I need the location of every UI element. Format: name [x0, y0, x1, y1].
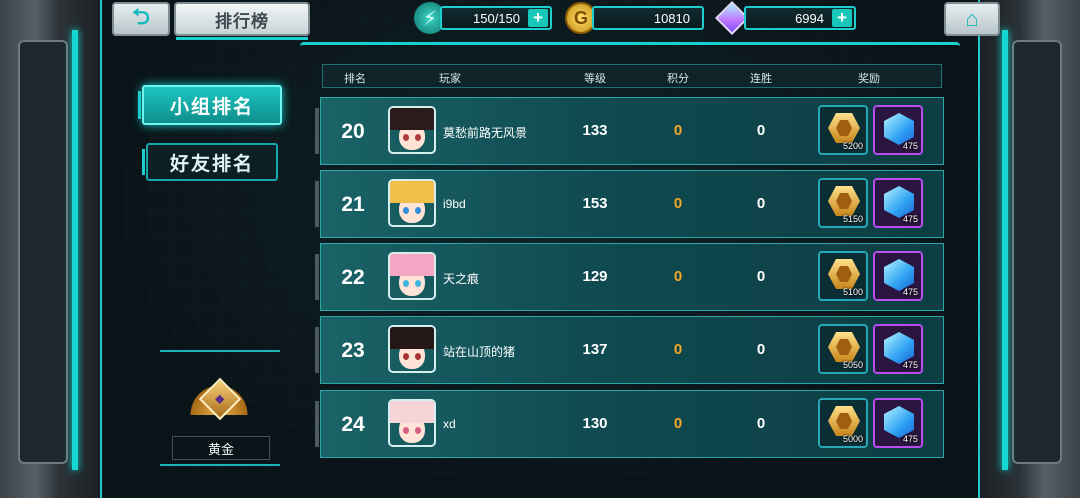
- home-button[interactable]: ⌂: [944, 2, 1000, 36]
- back-button[interactable]: ⮌: [112, 2, 170, 36]
- gem-reward-qty: 475: [902, 434, 918, 444]
- col-streak: 连胜: [750, 73, 772, 85]
- tab-group-ranking[interactable]: 小组排名: [138, 85, 282, 125]
- gem-value: 6994: [795, 10, 824, 26]
- gold-chest-icon: [828, 406, 860, 436]
- gold-chest-icon: [828, 259, 860, 289]
- player-name: 站在山顶的猪: [443, 345, 516, 359]
- player-name: i9bd: [443, 197, 466, 211]
- table-row[interactable]: 21 i9bd 153 0 0 5150 475: [315, 170, 944, 238]
- gold-reward-qty: 5100: [842, 287, 863, 297]
- col-rewards: 奖励: [858, 73, 880, 85]
- gem-counter: 6994 +: [744, 6, 856, 30]
- player-avatar[interactable]: [388, 325, 436, 373]
- gold-reward[interactable]: 5100: [818, 251, 868, 301]
- player-name: 莫愁前路无风景: [443, 126, 528, 140]
- gold-value: 10810: [653, 10, 690, 26]
- left-frame: [0, 0, 100, 498]
- gem-reward[interactable]: 475: [873, 178, 923, 228]
- tab-friend-ranking[interactable]: 好友排名: [142, 143, 278, 181]
- col-level: 等级: [584, 73, 606, 85]
- gold-chest-icon: [828, 332, 860, 362]
- gold-counter: 10810: [592, 6, 704, 30]
- col-rank: 排名: [344, 73, 366, 85]
- gem-reward[interactable]: 475: [873, 105, 923, 155]
- gold-reward-qty: 5200: [842, 141, 863, 151]
- add-gems-button[interactable]: +: [832, 8, 852, 27]
- gold-reward-qty: 5150: [842, 214, 863, 224]
- gem-reward-qty: 475: [902, 360, 918, 370]
- home-icon: ⌂: [965, 6, 979, 31]
- gold-reward-qty: 5000: [842, 434, 863, 444]
- col-player: 玩家: [439, 73, 461, 85]
- player-name: xd: [443, 417, 456, 431]
- table-row[interactable]: 22 天之痕 129 0 0 5100 475: [315, 243, 944, 311]
- gold-reward[interactable]: 5150: [818, 178, 868, 228]
- rank-tier-label: 黄金: [172, 436, 270, 460]
- back-arrow-icon: ⮌: [132, 4, 150, 29]
- energy-value: 150/150: [473, 10, 520, 26]
- gold-reward[interactable]: 5050: [818, 324, 868, 374]
- player-avatar[interactable]: [388, 399, 436, 447]
- col-points: 积分: [667, 73, 689, 85]
- table-header: 排名 玩家 等级 积分 连胜 奖励: [322, 64, 942, 88]
- player-avatar[interactable]: [388, 106, 436, 154]
- gem-reward[interactable]: 475: [873, 398, 923, 448]
- rank-badge-icon: ◆: [186, 373, 252, 425]
- energy-counter: 150/150 +: [440, 6, 552, 30]
- gold-reward[interactable]: 5000: [818, 398, 868, 448]
- gem-reward[interactable]: 475: [873, 324, 923, 374]
- gold-reward-qty: 5050: [842, 360, 863, 370]
- table-row[interactable]: 24 xd 130 0 0 5000 475: [315, 390, 944, 458]
- player-avatar[interactable]: [388, 179, 436, 227]
- add-energy-button[interactable]: +: [528, 8, 548, 27]
- gem-reward[interactable]: 475: [873, 251, 923, 301]
- page-title: 排行榜: [174, 2, 310, 40]
- gem-reward-qty: 475: [902, 287, 918, 297]
- right-frame: [980, 0, 1080, 498]
- player-name: 天之痕: [443, 272, 480, 286]
- top-divider: [300, 42, 960, 55]
- gem-reward-qty: 475: [902, 214, 918, 224]
- table-row[interactable]: 20 莫愁前路无风景 133 0 0 5200 475: [315, 97, 944, 165]
- gold-chest-icon: [828, 186, 860, 216]
- gem-reward-qty: 475: [902, 141, 918, 151]
- gold-chest-icon: [828, 113, 860, 143]
- gold-reward[interactable]: 5200: [818, 105, 868, 155]
- table-row[interactable]: 23 站在山顶的猪 137 0 0 5050 475: [315, 316, 944, 384]
- player-avatar[interactable]: [388, 252, 436, 300]
